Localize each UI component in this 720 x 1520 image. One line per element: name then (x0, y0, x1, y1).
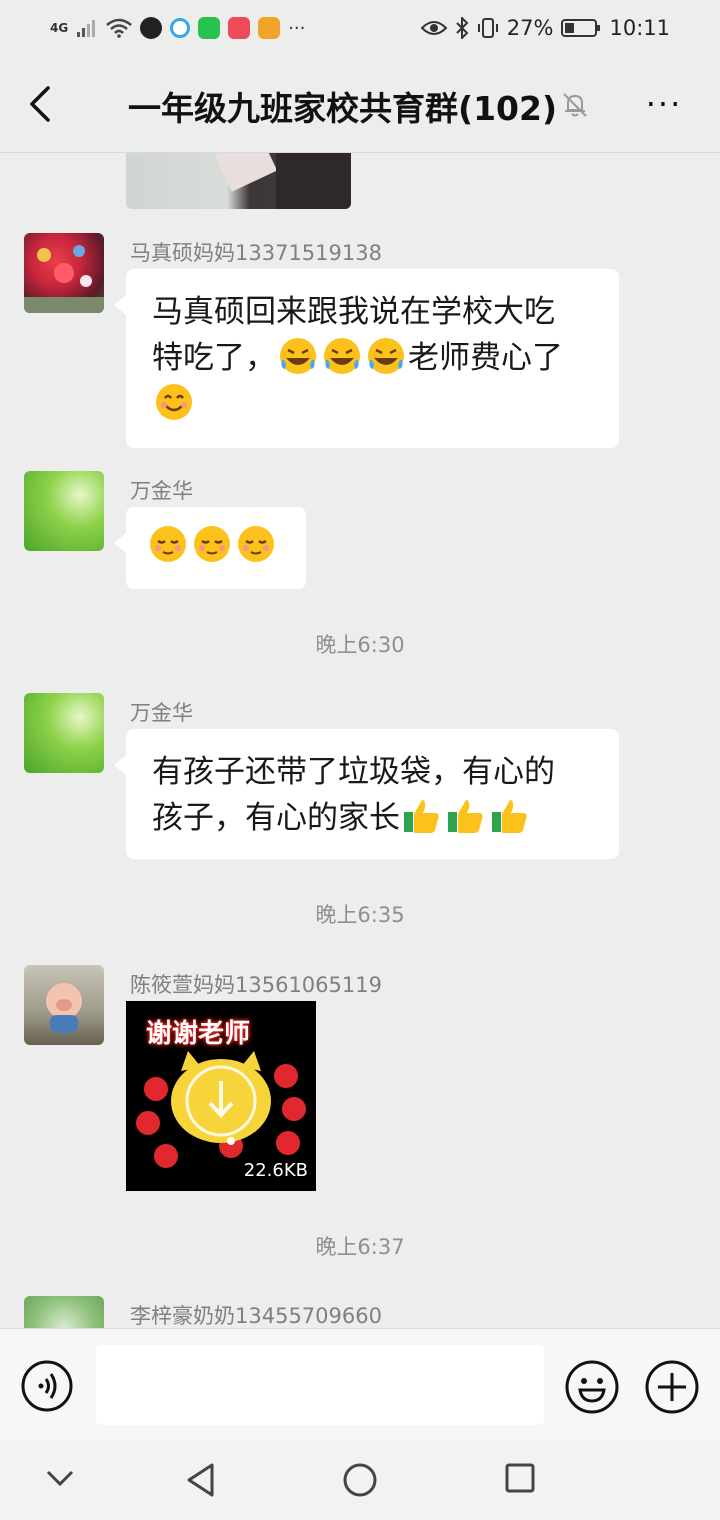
message-text: 孩子，有心的家长 (152, 800, 400, 836)
laughing-tears-emoji-icon (368, 338, 404, 374)
signal-icon (77, 20, 96, 37)
avatar[interactable] (24, 965, 104, 1045)
timestamp: 晚上6:30 (315, 633, 405, 657)
hide-keyboard-chevron-icon[interactable] (44, 1462, 76, 1494)
clock: 10:11 (609, 16, 670, 40)
battery-icon (561, 19, 601, 37)
chat-message-list[interactable]: 马真硕妈妈13371519138 马真硕回来跟我说在学校大吃 特吃了， 老师费心了… (0, 153, 720, 1328)
image-message[interactable] (126, 153, 351, 209)
message-text: 特吃了， (152, 340, 276, 376)
sender-name: 陈筱萱妈妈13561065119 (130, 973, 382, 997)
text-message-bubble[interactable]: 马真硕回来跟我说在学校大吃 特吃了， 老师费心了 (114, 269, 619, 448)
shy-face-emoji-icon (238, 526, 274, 562)
more-functions-button[interactable] (644, 1359, 700, 1415)
thumbs-up-emoji-icon (492, 800, 527, 833)
sender-name: 万金华 (130, 701, 193, 725)
sticker-message[interactable]: 谢谢老师 22.6KB (126, 1001, 316, 1191)
status-left-icons: 4G ··· (50, 14, 305, 42)
message-input[interactable] (96, 1345, 544, 1425)
network-type-label: 4G (50, 21, 69, 35)
message-text: 有孩子还带了垃圾袋，有心的 (152, 754, 555, 790)
laughing-tears-emoji-icon (280, 338, 316, 374)
wifi-icon (106, 18, 133, 38)
back-arrow-icon[interactable] (22, 82, 62, 126)
tiktok-app-icon (140, 17, 163, 39)
avatar[interactable] (24, 471, 104, 551)
system-navigation-bar (0, 1440, 720, 1520)
flower-bouquet-image (24, 245, 104, 313)
avatar[interactable] (24, 233, 104, 313)
thumbs-up-emoji-icon (448, 800, 483, 833)
eye-comfort-icon (420, 21, 447, 35)
emoji-message-bubble[interactable] (114, 507, 306, 589)
sender-name: 李梓豪奶奶13455709660 (130, 1304, 382, 1328)
chat-header: 一年级九班家校共育群(102) ··· (0, 56, 720, 153)
iqiyi-app-icon (198, 17, 221, 39)
avatar[interactable] (24, 693, 104, 773)
sender-name: 万金华 (130, 479, 193, 503)
vibrate-icon (477, 18, 498, 38)
timestamp: 晚上6:37 (315, 1235, 405, 1259)
avatar[interactable] (24, 1296, 104, 1328)
bluetooth-icon (456, 17, 469, 39)
shy-face-emoji-icon (194, 526, 230, 562)
nav-home-circle-icon[interactable] (342, 1462, 378, 1498)
muted-bell-icon (563, 93, 587, 117)
emoji-picker-button[interactable] (564, 1359, 620, 1415)
browser-app-icon (170, 18, 191, 38)
nav-recents-square-icon[interactable] (504, 1462, 536, 1494)
status-bar: 4G ··· 27% 10:11 (0, 0, 720, 56)
voice-input-button[interactable] (20, 1359, 74, 1413)
photo-content (276, 153, 351, 209)
message-text: 老师费心了 (408, 340, 563, 376)
news-app-icon (258, 17, 281, 39)
battery-percent: 27% (506, 16, 554, 40)
pig-cartoon-image (46, 983, 82, 1033)
sender-name: 马真硕妈妈13371519138 (130, 241, 382, 265)
laughing-tears-emoji-icon (324, 338, 360, 374)
sticker-caption: 谢谢老师 (146, 1019, 251, 1049)
more-notifications-icon: ··· (288, 17, 306, 39)
smiling-face-emoji-icon (156, 384, 192, 420)
shopping-app-icon (228, 17, 251, 39)
photo-content (214, 153, 278, 192)
thumbs-up-emoji-icon (404, 800, 439, 833)
shy-face-emoji-icon (150, 526, 186, 562)
nav-back-triangle-icon[interactable] (184, 1462, 218, 1498)
chat-title: 一年级九班家校共育群(102) (128, 89, 558, 128)
file-size-label: 22.6KB (243, 1160, 308, 1181)
more-options-button[interactable]: ··· (638, 86, 690, 122)
text-message-bubble[interactable]: 有孩子还带了垃圾袋，有心的 孩子，有心的家长 (114, 729, 619, 859)
message-text: 马真硕回来跟我说在学校大吃 (152, 294, 555, 330)
timestamp: 晚上6:35 (315, 903, 405, 927)
message-composer (0, 1328, 720, 1441)
status-right-icons: 27% 10:11 (420, 14, 670, 42)
